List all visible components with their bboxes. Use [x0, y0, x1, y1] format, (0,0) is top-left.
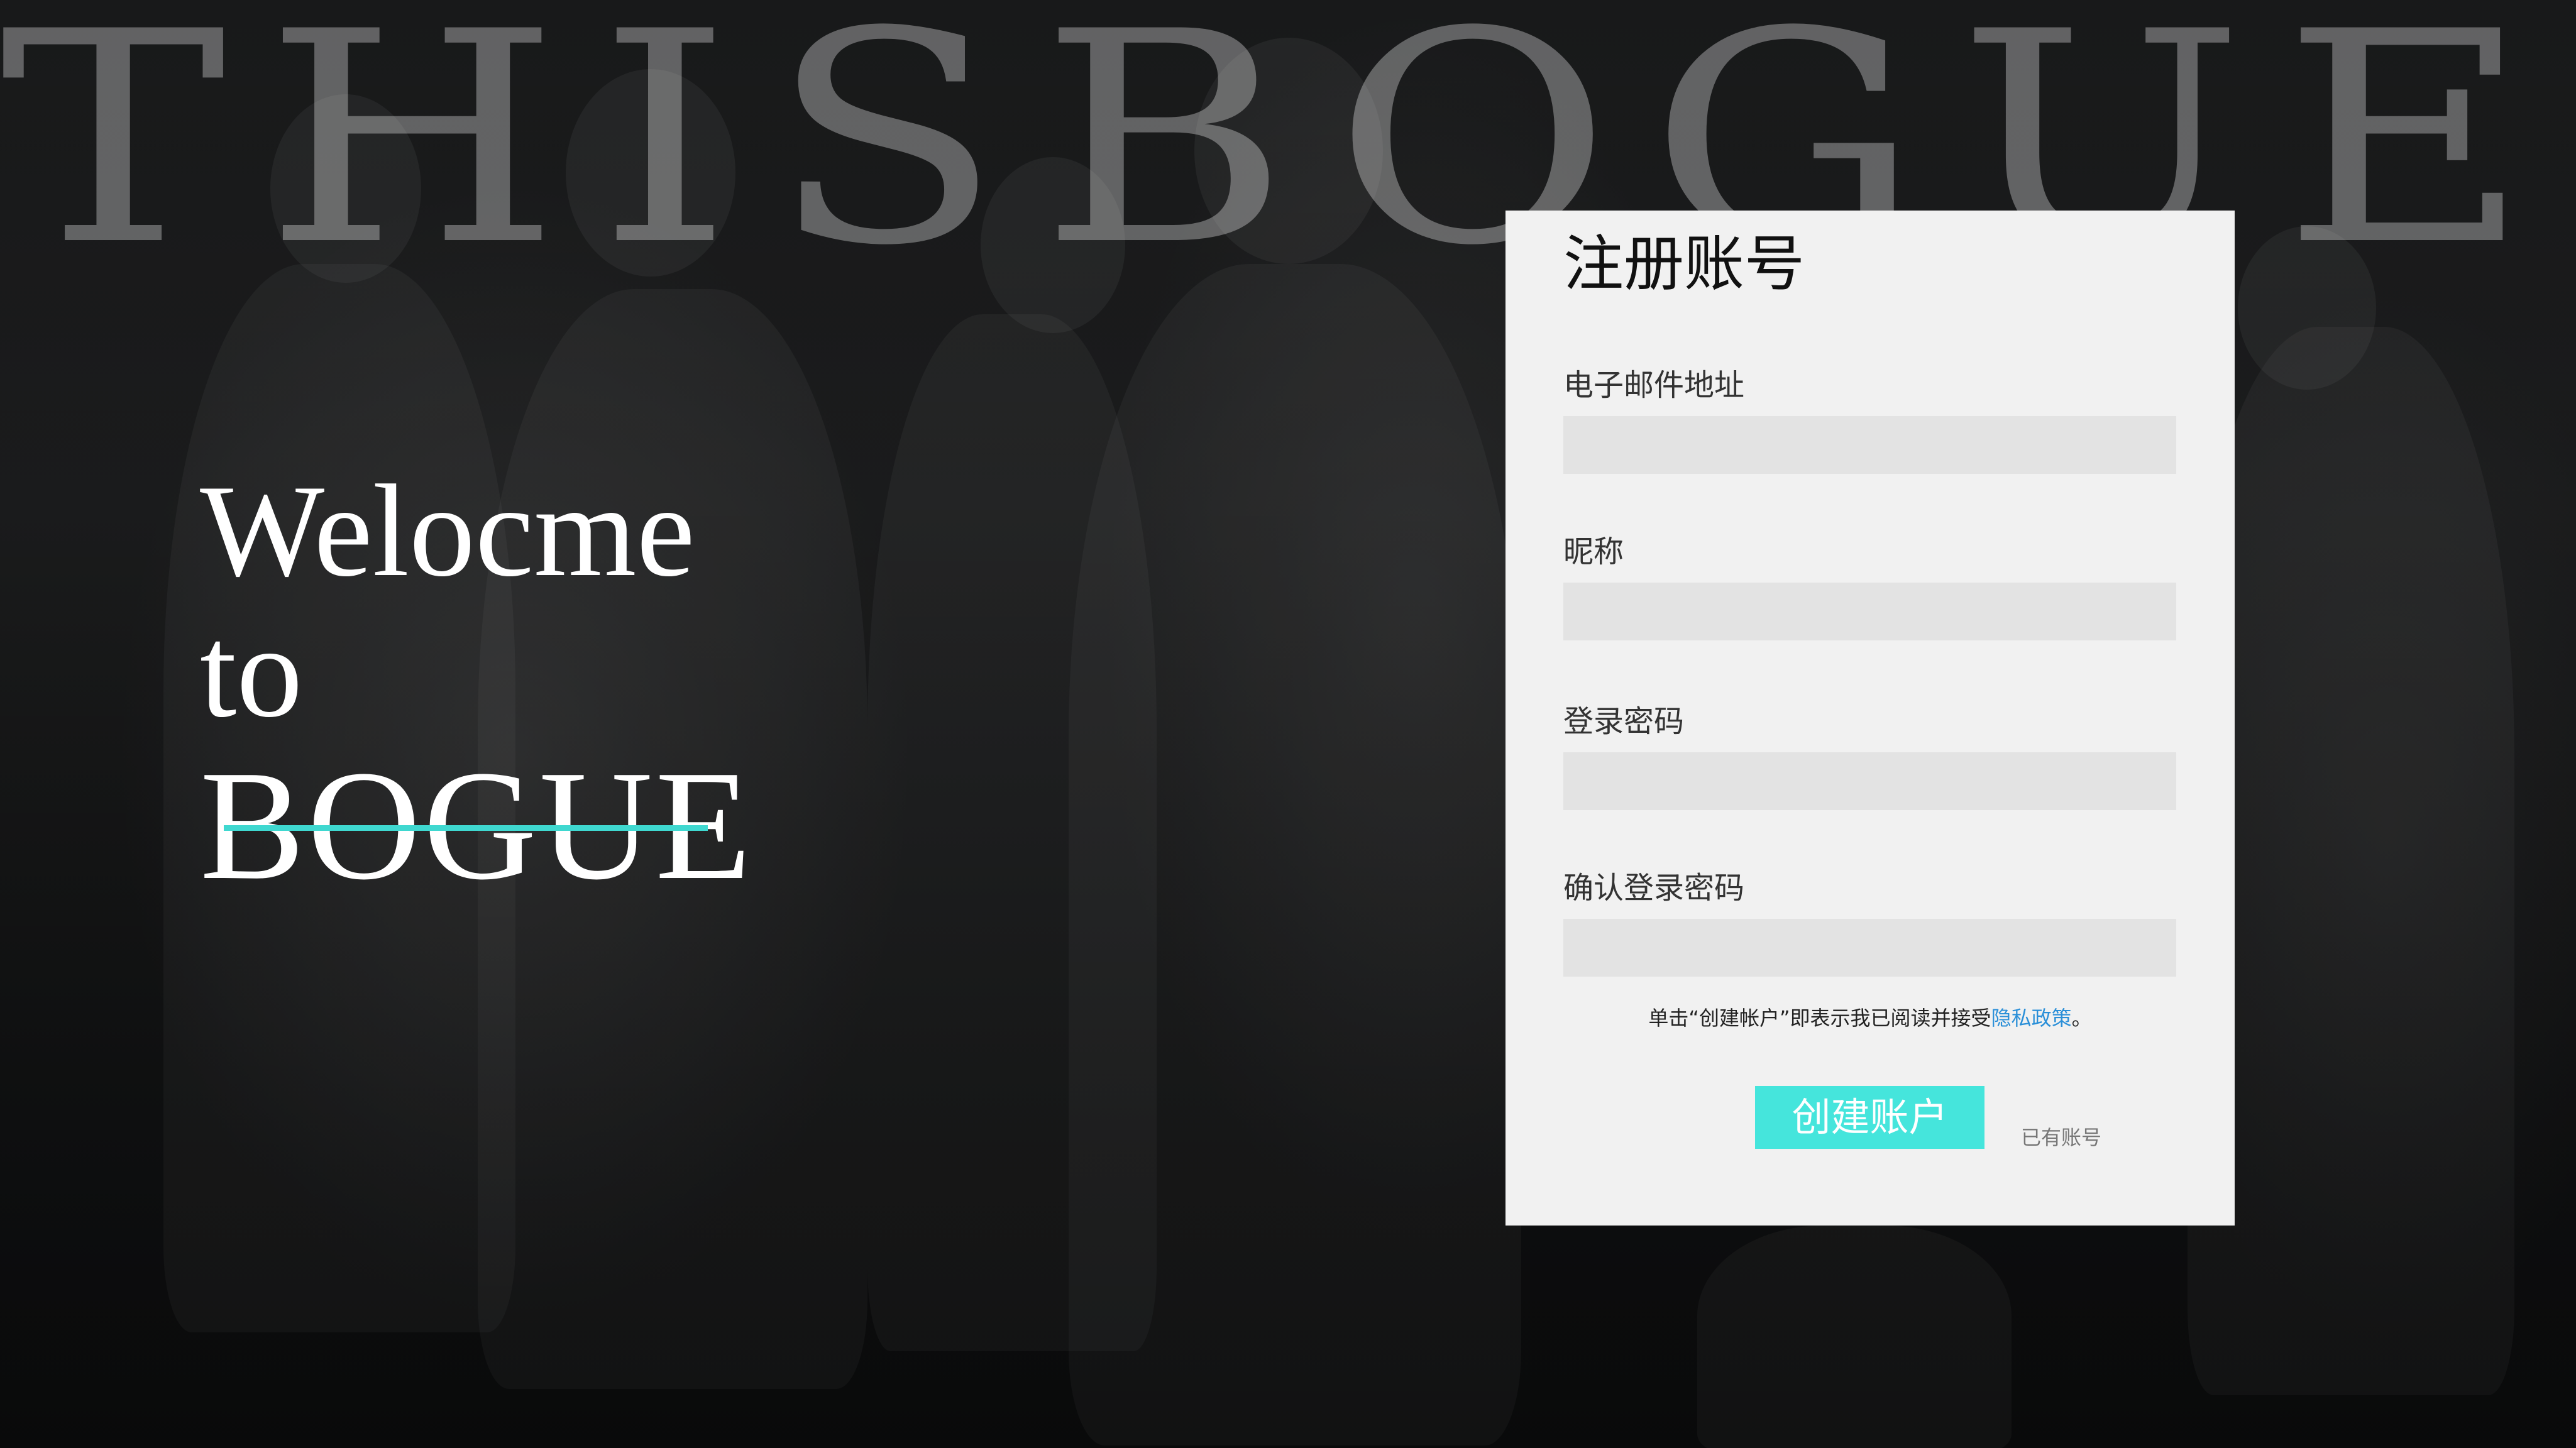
password-label: 登录密码 [1563, 704, 1685, 739]
create-account-button[interactable]: 创建账户 [1755, 1086, 1984, 1149]
page-background: THISBOGUE Welocme to BOGUE 注册账号 电子邮件地址 昵… [0, 0, 2576, 1448]
privacy-notice-text: 单击“创建帐户”即表示我已阅读并接受 [1648, 1006, 1991, 1030]
register-title: 注册账号 [1563, 229, 1805, 299]
welcome-line-2: to [200, 599, 303, 745]
welcome-line-1: Welocme [200, 458, 695, 604]
confirm-password-label: 确认登录密码 [1563, 870, 1745, 906]
privacy-notice: 单击“创建帐户”即表示我已阅读并接受隐私政策。 [1505, 1006, 2235, 1031]
privacy-policy-link[interactable]: 隐私政策 [1991, 1006, 2072, 1030]
confirm-password-field[interactable] [1563, 919, 2176, 977]
brand-accent-line [224, 825, 708, 831]
email-label: 电子邮件地址 [1563, 368, 1745, 403]
privacy-notice-end: 。 [2071, 1006, 2092, 1030]
register-card: 注册账号 电子邮件地址 昵称 登录密码 确认登录密码 单击“创建帐户”即表示我已… [1505, 211, 2235, 1226]
email-field[interactable] [1563, 416, 2176, 474]
welcome-heading: Welocme to BOGUE [200, 462, 828, 904]
welcome-brand-line: BOGUE [200, 747, 754, 904]
password-field[interactable] [1563, 752, 2176, 810]
nickname-field[interactable] [1563, 583, 2176, 640]
login-link[interactable]: 已有账号 [2021, 1125, 2101, 1150]
nickname-label: 昵称 [1563, 534, 1624, 569]
